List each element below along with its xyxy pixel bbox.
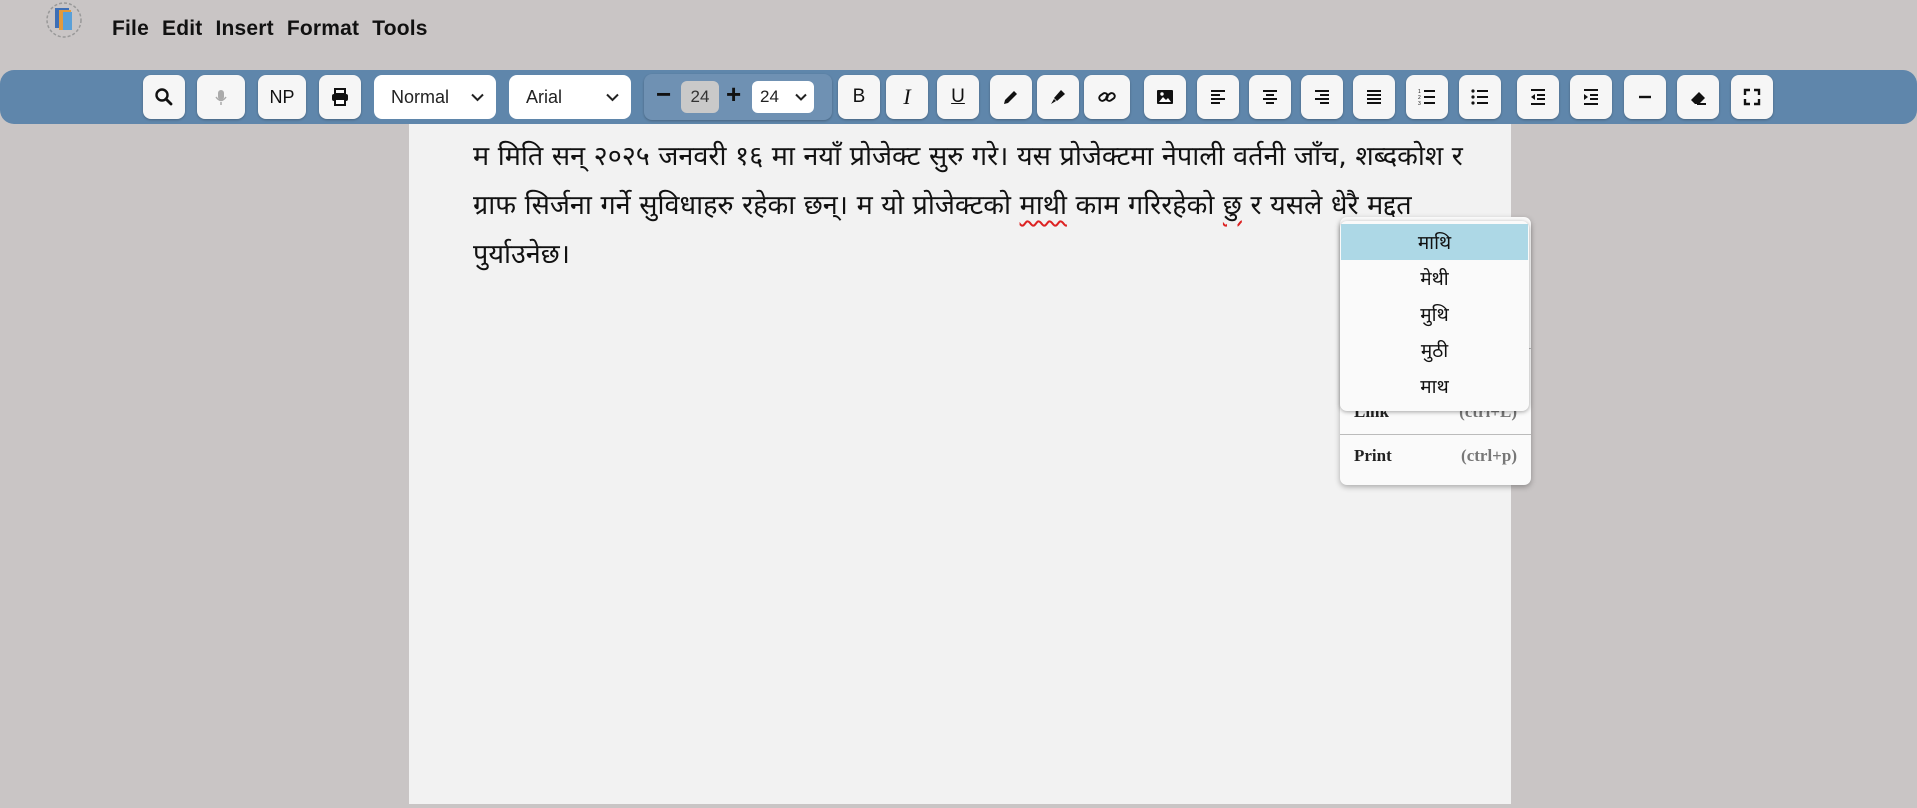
font-size-group: − 24 + 24 [644,74,832,120]
bold-button[interactable]: B [838,75,880,119]
formatting-toolbar: NP Normal Arial − 24 + 24 B I U 1 2 3 [0,70,1917,124]
horizontal-rule-button[interactable] [1624,75,1666,119]
search-icon [155,88,173,106]
align-left-button[interactable] [1197,75,1239,119]
context-menu-divider [1340,434,1531,435]
context-menu-shortcut: (ctrl+p) [1461,446,1517,465]
context-menu-item-print[interactable]: Print (ctrl+p) [1354,446,1517,466]
misspelled-word[interactable]: छु [1223,190,1242,221]
horizontal-line-icon [1639,95,1651,99]
microphone-button[interactable] [197,75,245,119]
chevron-down-icon [471,93,484,101]
pencil-icon [1004,91,1017,104]
suggestion-item[interactable]: मुथि [1340,296,1529,332]
indent-button[interactable] [1570,75,1612,119]
suggestion-item[interactable]: माथ [1340,368,1529,404]
fullscreen-icon [1743,88,1761,106]
align-justify-icon [1367,90,1381,104]
insert-image-button[interactable] [1144,75,1186,119]
text-color-button[interactable] [990,75,1032,119]
font-size-display: 24 [681,81,719,113]
paragraph-style-select[interactable]: Normal [374,75,496,119]
decrease-font-size-button[interactable]: − [656,79,671,110]
outdent-icon [1531,89,1545,105]
font-family-value: Arial [526,86,563,107]
outdent-button[interactable] [1517,75,1559,119]
search-button[interactable] [143,75,185,119]
fullscreen-button[interactable] [1731,75,1773,119]
italic-button[interactable]: I [886,75,928,119]
context-menu-label: Print [1354,446,1392,465]
font-family-select[interactable]: Arial [509,75,631,119]
app-header: File Edit Insert Format Tools [0,0,1917,66]
menu-format[interactable]: Format [287,17,359,41]
font-size-select[interactable]: 24 [752,81,814,113]
menu-tools[interactable]: Tools [372,17,427,41]
highlight-button[interactable] [1037,75,1079,119]
document-body[interactable]: म मिति सन् २०२५ जनवरी १६ मा नयाँ प्रोजेक… [473,132,1473,279]
indent-icon [1584,89,1598,105]
numbered-list-button[interactable]: 123 [1406,75,1448,119]
suggestion-item[interactable]: मेथी [1340,260,1529,296]
language-toggle-button[interactable]: NP [258,75,306,119]
app-logo[interactable] [38,0,90,46]
increase-font-size-button[interactable]: + [726,79,741,110]
bullet-list-icon [1471,89,1488,105]
align-left-icon [1211,90,1225,104]
numbered-list-icon: 123 [1418,89,1435,107]
justify-button[interactable] [1353,75,1395,119]
menu-edit[interactable]: Edit [162,17,202,41]
paragraph-style-value: Normal [391,86,450,107]
chevron-down-icon [606,93,619,101]
highlighter-icon [1051,90,1065,104]
menu-bar: File Edit Insert Format Tools [112,17,428,41]
menu-file[interactable]: File [112,17,149,41]
align-center-icon [1263,90,1277,104]
image-icon [1157,90,1173,104]
spelling-suggestions: माथि मेथी मुथि मुठी माथ [1340,221,1529,411]
font-size-select-value: 24 [760,87,779,106]
align-right-button[interactable] [1301,75,1343,119]
eraser-icon [1691,92,1706,105]
suggestion-item[interactable]: मुठी [1340,332,1529,368]
align-center-button[interactable] [1249,75,1291,119]
insert-link-button[interactable] [1084,75,1130,119]
menu-insert[interactable]: Insert [215,17,273,41]
underline-button[interactable]: U [937,75,979,119]
svg-text:3: 3 [1418,101,1421,107]
align-right-icon [1315,90,1329,104]
microphone-icon [215,90,227,105]
print-button[interactable] [319,75,361,119]
printer-icon [332,88,348,106]
chevron-down-icon [795,93,807,101]
suggestion-item[interactable]: माथि [1341,224,1528,260]
bullet-list-button[interactable] [1459,75,1501,119]
link-icon [1098,92,1116,102]
misspelled-word[interactable]: माथी [1020,190,1067,221]
clear-formatting-button[interactable] [1677,75,1719,119]
document-text: काम गरिरहेको [1066,190,1223,221]
